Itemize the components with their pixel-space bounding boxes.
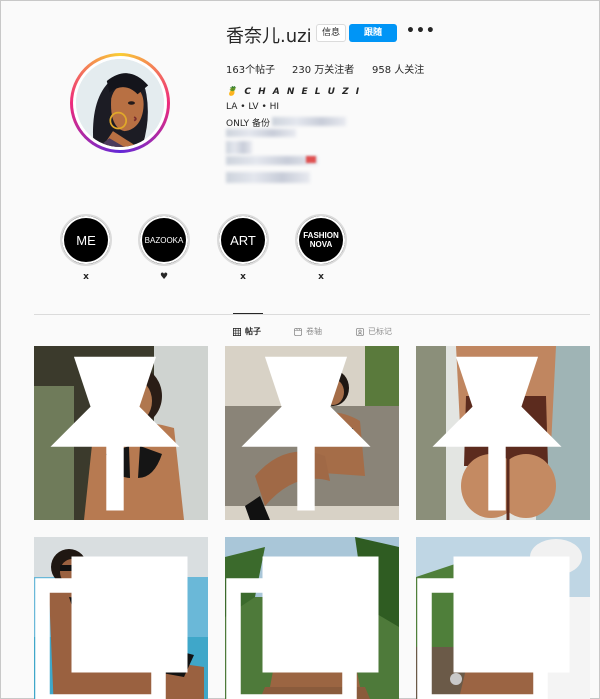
reels-icon (294, 327, 302, 336)
tab-reels[interactable]: 卷轴 (294, 326, 322, 337)
pin-icon (432, 356, 562, 511)
highlight-title: ME (76, 232, 96, 248)
highlight-fashion-nova[interactable]: FASHION NOVA x (295, 214, 347, 282)
avatar-illustration (76, 59, 164, 147)
tab-tagged[interactable]: 已标记 (356, 326, 392, 337)
follow-button[interactable]: 跟随 (349, 24, 397, 42)
profile-username: 香奈儿.uzi (226, 26, 312, 47)
blurred-text (226, 172, 310, 183)
tab-label: 帖子 (245, 327, 261, 336)
bio-line-2: ONLY 备份 (226, 119, 270, 129)
highlight-label: x (83, 272, 89, 282)
grid-icon (233, 327, 241, 336)
profile-avatar[interactable] (70, 53, 170, 153)
highlight-art[interactable]: ART x (217, 214, 269, 282)
carousel-icon (226, 556, 379, 699)
post-thumbnail[interactable] (34, 537, 208, 699)
message-button[interactable]: 信息 (316, 24, 346, 42)
post-thumbnail[interactable] (416, 537, 590, 699)
highlight-title: BAZOOKA (144, 235, 184, 245)
highlight-bazooka[interactable]: BAZOOKA ♥ (138, 214, 190, 282)
post-thumbnail[interactable] (225, 537, 399, 699)
highlight-label: x (240, 272, 246, 282)
followers-count[interactable]: 230 万关注者 (292, 61, 354, 76)
tab-label: 卷轴 (306, 327, 322, 336)
posts-count: 163个帖子 (226, 65, 276, 76)
blurred-text (226, 156, 318, 165)
highlight-label: ♥ (159, 272, 169, 282)
pin-icon (241, 356, 371, 511)
more-options-icon[interactable]: ••• (406, 23, 436, 39)
tabs-divider (34, 314, 590, 315)
blurred-text (272, 117, 346, 126)
blurred-emoji (306, 156, 316, 163)
highlight-label: x (318, 272, 324, 282)
carousel-icon (417, 556, 570, 699)
active-tab-indicator (233, 313, 263, 314)
tab-posts[interactable]: 帖子 (233, 326, 261, 337)
highlight-title: ART (230, 232, 256, 248)
following-count[interactable]: 958 人关注 (372, 61, 424, 76)
blurred-text (226, 141, 252, 154)
highlight-title: FASHION NOVA (303, 231, 339, 249)
bio-display-name: 🍍 C H A N E L U Z I (226, 87, 362, 97)
highlight-me[interactable]: ME x (60, 214, 112, 282)
post-thumbnail[interactable] (416, 346, 590, 520)
pin-icon (50, 356, 180, 511)
bio-line-1: LA • LV • HI (226, 102, 280, 112)
tag-icon (356, 327, 364, 336)
blurred-text (226, 129, 296, 137)
post-thumbnail[interactable] (225, 346, 399, 520)
post-thumbnail[interactable] (34, 346, 208, 520)
tab-label: 已标记 (368, 327, 392, 336)
carousel-icon (35, 556, 188, 699)
